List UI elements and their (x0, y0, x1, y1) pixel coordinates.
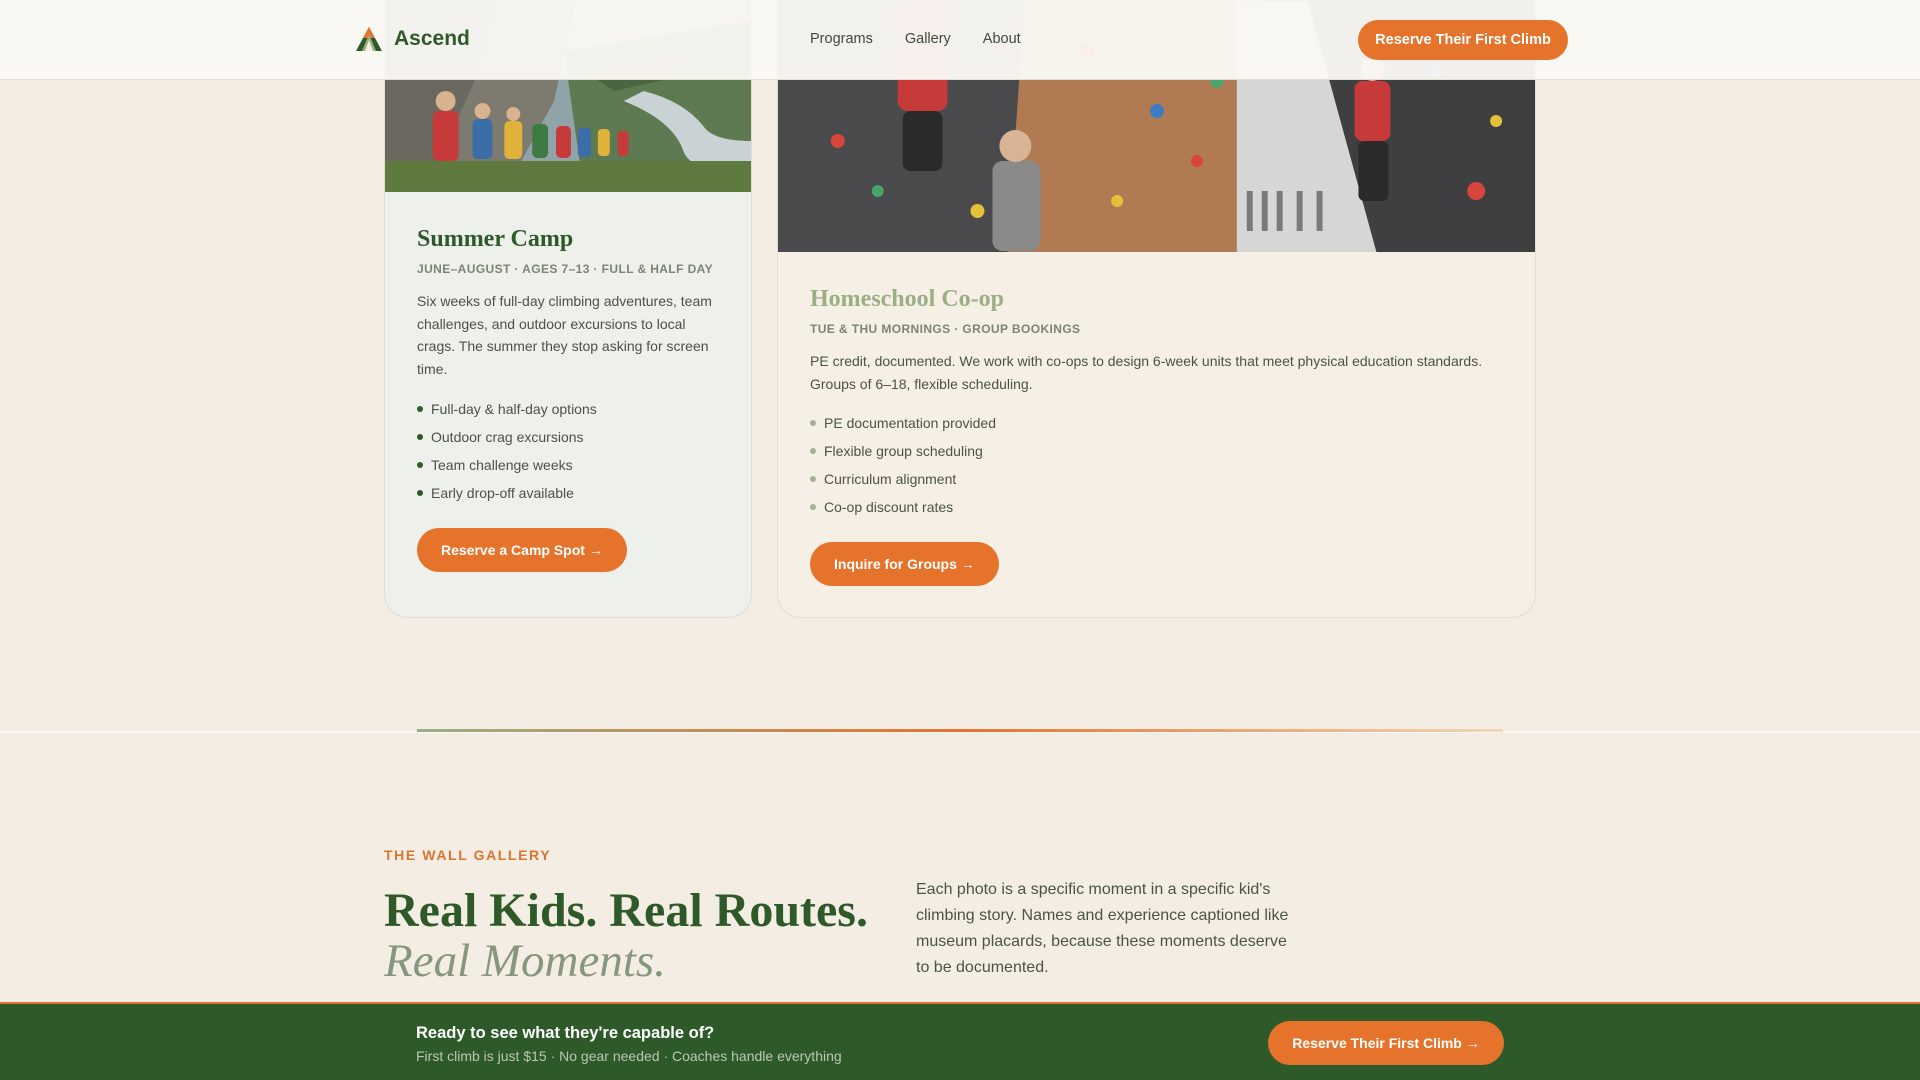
homeschool-coop-meta: TUE & THU MORNINGS · GROUP BOOKINGS (810, 322, 1081, 336)
summer-camp-title: Summer Camp (417, 226, 574, 252)
gallery-title: Real Kids. Real Routes. (384, 884, 868, 937)
summer-camp-features: Full-day & half-day options Outdoor crag… (417, 395, 597, 507)
nav-gallery[interactable]: Gallery (905, 31, 951, 47)
feature-item: Curriculum alignment (810, 465, 996, 493)
feature-item: Co-op discount rates (810, 493, 996, 521)
feature-item: Flexible group scheduling (810, 437, 996, 465)
brand-logo[interactable]: Ascend (354, 24, 470, 54)
program-card-summer-camp: Summer Camp JUNE–AUGUST · AGES 7–13 · FU… (384, 0, 752, 618)
sticky-cta-bar: Ready to see what they're capable of? Fi… (0, 1002, 1920, 1080)
feature-item: Full-day & half-day options (417, 395, 597, 423)
homeschool-coop-title: Homeschool Co-op (810, 286, 1004, 312)
inquire-groups-button[interactable]: Inquire for Groups → (810, 542, 999, 586)
main-nav: Programs Gallery About (810, 31, 1021, 47)
gallery-eyebrow: THE WALL GALLERY (384, 847, 552, 863)
feature-item: Early drop-off available (417, 479, 597, 507)
nav-programs[interactable]: Programs (810, 31, 873, 47)
summer-camp-meta: JUNE–AUGUST · AGES 7–13 · FULL & HALF DA… (417, 262, 714, 276)
homeschool-coop-features: PE documentation provided Flexible group… (810, 409, 996, 521)
feature-item: Team challenge weeks (417, 451, 597, 479)
mountain-logo-icon (356, 27, 382, 51)
program-card-homeschool-coop: Homeschool Co-op TUE & THU MORNINGS · GR… (777, 0, 1536, 618)
cta-bar-subtitle: First climb is just $15 · No gear needed… (416, 1048, 842, 1064)
nav-about[interactable]: About (983, 31, 1021, 47)
homeschool-coop-description: PE credit, documented. We work with co-o… (810, 353, 1483, 392)
site-header: Ascend Programs Gallery About Reserve Th… (0, 0, 1920, 80)
cta-bar-title: Ready to see what they're capable of? (416, 1024, 715, 1042)
feature-item: PE documentation provided (810, 409, 996, 437)
gallery-description: Each photo is a specific moment in a spe… (916, 881, 1289, 976)
header-reserve-button[interactable]: Reserve Their First Climb (1358, 20, 1568, 60)
summer-camp-description: Six weeks of full-day climbing adventure… (417, 293, 712, 377)
feature-item: Outdoor crag excursions (417, 423, 597, 451)
gallery-subtitle: Real Moments. (384, 935, 666, 987)
reserve-camp-button[interactable]: Reserve a Camp Spot → (417, 528, 627, 572)
gradient-divider (417, 729, 1503, 732)
brand-name: Ascend (394, 27, 470, 50)
cta-bar-reserve-button[interactable]: Reserve Their First Climb → (1268, 1021, 1504, 1065)
